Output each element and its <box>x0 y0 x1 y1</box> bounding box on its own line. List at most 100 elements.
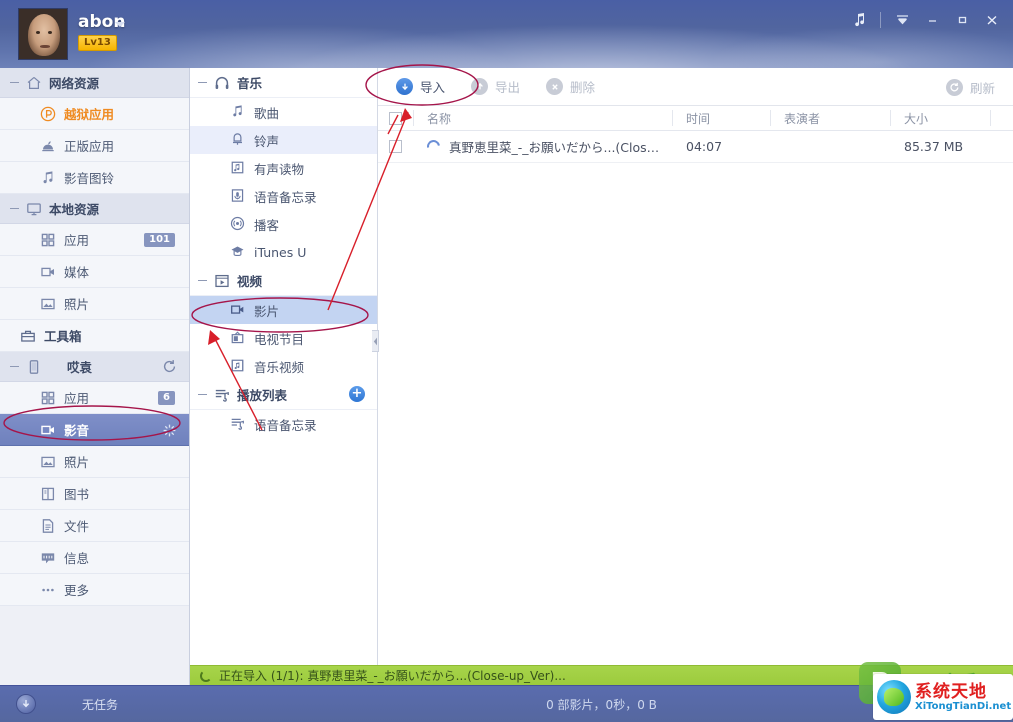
category-group-playlists[interactable]: 播放列表 + <box>190 380 377 410</box>
category-item-audiobooks[interactable]: 有声读物 <box>190 154 377 182</box>
collapse-minus-icon[interactable] <box>10 78 19 87</box>
sidebar-item-media-ringtones[interactable]: 影音图铃 <box>0 162 189 194</box>
sidebar-group-device[interactable]: 哎袁 <box>0 352 189 382</box>
chevron-down-icon[interactable] <box>115 22 125 27</box>
column-divider <box>890 110 891 126</box>
photo-icon <box>40 296 56 312</box>
category-group-label: 音乐 <box>237 73 262 92</box>
sidebar-item-device-photos[interactable]: 照片 <box>0 446 189 478</box>
pp-app-icon <box>40 106 56 122</box>
column-header-time[interactable]: 时间 <box>672 106 770 130</box>
apple-app-icon <box>40 138 56 154</box>
sidebar-item-device-apps[interactable]: 应用 6 <box>0 382 189 414</box>
category-item-label: 有声读物 <box>254 159 304 178</box>
row-cell-name: 真野恵里菜_-_お願いだから...(Close-up_... <box>413 131 672 162</box>
phone-icon <box>26 359 42 375</box>
loading-spinner-icon <box>200 670 212 682</box>
itunes-u-icon <box>230 244 246 260</box>
xitongtiandi-watermark: 系统天地 XiTongTianDi.net <box>873 674 1013 720</box>
collapse-minus-icon[interactable] <box>10 204 19 213</box>
maximize-icon[interactable] <box>947 7 977 33</box>
sidebar-item-label: 文件 <box>64 516 89 535</box>
row-checkbox-cell[interactable] <box>378 131 413 162</box>
sidebar-item-label: 图书 <box>64 484 89 503</box>
panel-collapse-handle[interactable] <box>372 330 379 352</box>
row-cell-time: 04:07 <box>672 131 770 162</box>
collapse-minus-icon[interactable] <box>198 78 207 87</box>
sidebar-group-local-resources[interactable]: 本地资源 <box>0 194 189 224</box>
category-item-ringtones[interactable]: 铃声 <box>190 126 377 154</box>
sidebar-item-local-media[interactable]: 媒体 <box>0 256 189 288</box>
close-icon[interactable] <box>977 7 1007 33</box>
sidebar-item-device-messages[interactable]: 信息 <box>0 542 189 574</box>
sidebar-item-label: 工具箱 <box>44 326 82 345</box>
column-header-name[interactable]: 名称 <box>413 106 672 130</box>
refresh-icon[interactable] <box>162 359 177 377</box>
import-button[interactable]: 导入 <box>396 77 445 96</box>
media-ring-icon <box>40 170 56 186</box>
column-header-artist[interactable]: 表演者 <box>770 106 890 130</box>
avatar[interactable] <box>18 8 68 60</box>
photo-icon <box>40 454 56 470</box>
add-playlist-button[interactable]: + <box>349 386 365 402</box>
collapse-minus-icon[interactable] <box>10 362 19 371</box>
sidebar-item-device-files[interactable]: 文件 <box>0 510 189 542</box>
title-bar: abon Lv13 <box>0 0 1013 68</box>
row-name-label: 真野恵里菜_-_お願いだから...(Close-up_... <box>449 137 664 156</box>
refresh-icon <box>946 79 963 96</box>
category-group-video[interactable]: 视频 <box>190 266 377 296</box>
select-all-checkbox[interactable] <box>389 112 402 125</box>
device-name-label: 哎袁 <box>67 357 92 376</box>
column-divider <box>413 110 414 126</box>
refresh-label: 刷新 <box>970 78 995 97</box>
app-window: abon Lv13 <box>0 0 1013 722</box>
task-status-label: 无任务 <box>82 696 118 713</box>
column-header-label: 大小 <box>904 110 928 127</box>
category-group-music[interactable]: 音乐 <box>190 68 377 98</box>
export-button[interactable]: 导出 <box>471 77 520 96</box>
refresh-button[interactable]: 刷新 <box>946 78 995 97</box>
delete-button[interactable]: 删除 <box>546 77 595 96</box>
watermark: P PP助手 系统天地 XiTongTianDi.net <box>853 660 1013 722</box>
sidebar-item-label: 照片 <box>64 294 89 313</box>
select-all-checkbox-cell[interactable] <box>378 106 413 130</box>
menu-dropdown-icon[interactable] <box>887 7 917 33</box>
category-group-label: 视频 <box>237 271 262 290</box>
category-item-movies[interactable]: 影片 <box>190 296 377 324</box>
sidebar-item-local-apps[interactable]: 应用 101 <box>0 224 189 256</box>
row-checkbox[interactable] <box>389 140 402 153</box>
sidebar-item-toolbox[interactable]: 工具箱 <box>0 320 189 352</box>
sidebar-item-device-books[interactable]: 图书 <box>0 478 189 510</box>
table-row[interactable]: 真野恵里菜_-_お願いだから...(Close-up_... 04:07 85.… <box>378 131 1013 163</box>
category-item-label: 语音备忘录 <box>254 415 317 434</box>
music-icon[interactable] <box>844 7 874 33</box>
column-header-size[interactable]: 大小 <box>890 106 990 130</box>
minimize-icon[interactable] <box>917 7 947 33</box>
category-item-songs[interactable]: 歌曲 <box>190 98 377 126</box>
sidebar-item-jailbreak-apps[interactable]: 越狱应用 <box>0 98 189 130</box>
globe-icon <box>877 680 911 714</box>
sidebar-item-local-photos[interactable]: 照片 <box>0 288 189 320</box>
toolbar-divider <box>880 12 881 28</box>
sidebar-item-device-more[interactable]: 更多 <box>0 574 189 606</box>
home-icon <box>26 75 42 91</box>
category-item-music-videos[interactable]: 音乐视频 <box>190 352 377 380</box>
category-item-voice-memos[interactable]: 语音备忘录 <box>190 182 377 210</box>
collapse-minus-icon[interactable] <box>198 276 207 285</box>
collapse-minus-icon[interactable] <box>198 390 207 399</box>
sidebar-item-device-media[interactable]: 影音 <box>0 414 189 446</box>
export-icon <box>471 78 488 95</box>
category-item-playlist-voice-memos[interactable]: 语音备忘录 <box>190 410 377 438</box>
sidebar-item-label: 信息 <box>64 548 89 567</box>
sidebar-item-official-apps[interactable]: 正版应用 <box>0 130 189 162</box>
download-icon[interactable] <box>16 694 36 714</box>
delete-label: 删除 <box>570 77 595 96</box>
sidebar-group-network-resources[interactable]: 网络资源 <box>0 68 189 98</box>
sidebar-item-label: 应用 <box>64 230 89 249</box>
delete-icon <box>546 78 563 95</box>
category-item-itunes-u[interactable]: iTunes U <box>190 238 377 266</box>
category-item-tv-shows[interactable]: 电视节目 <box>190 324 377 352</box>
eject-icon[interactable] <box>162 423 177 442</box>
category-item-podcasts[interactable]: 播客 <box>190 210 377 238</box>
row-cell-artist <box>770 131 890 162</box>
